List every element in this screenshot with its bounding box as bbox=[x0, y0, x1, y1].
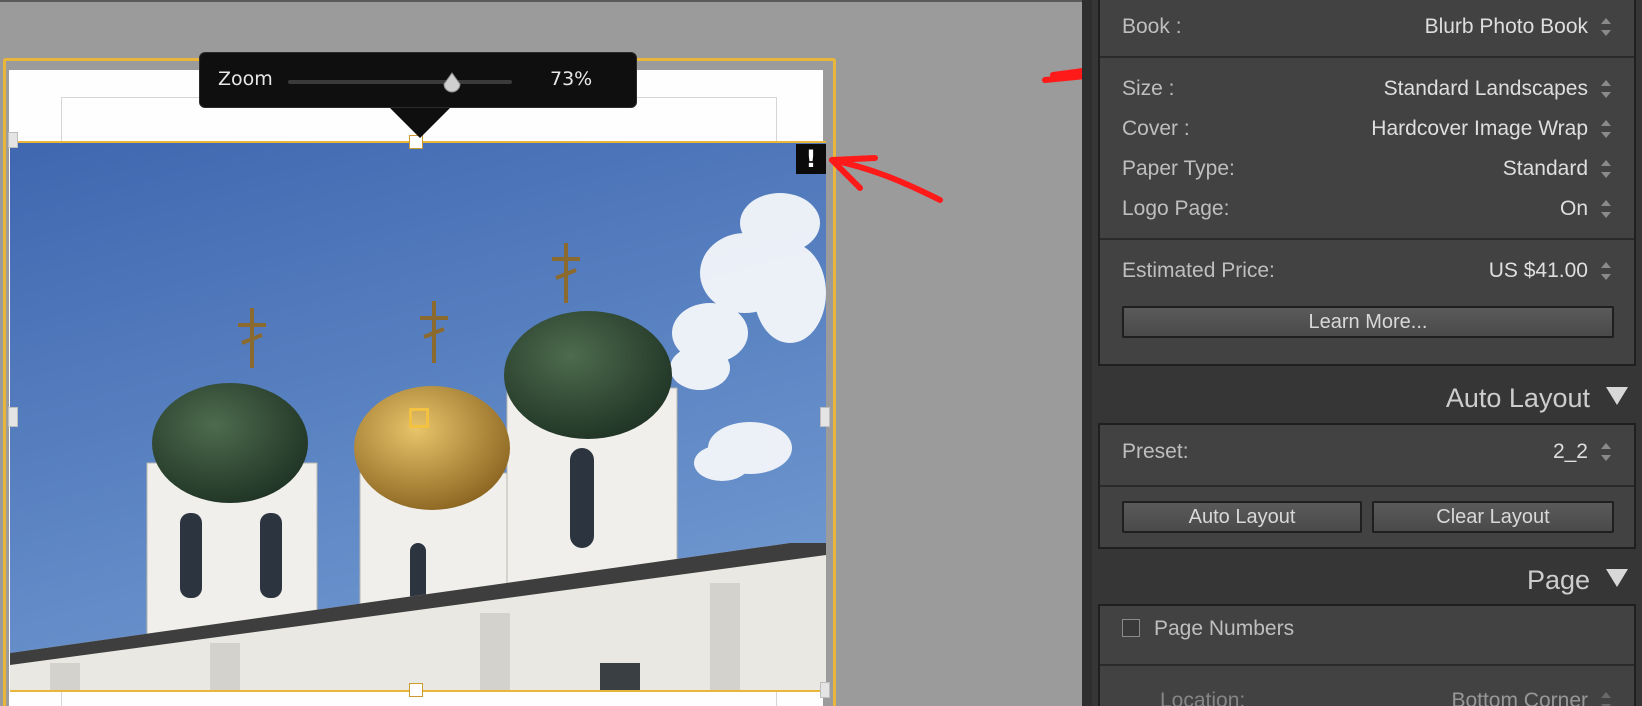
size-value[interactable]: Standard Landscapes bbox=[1384, 74, 1588, 104]
photo-resize-handle-bottom-right[interactable] bbox=[820, 682, 830, 698]
collapse-triangle-icon[interactable] bbox=[1606, 569, 1628, 587]
estimated-price-label: Estimated Price: bbox=[1122, 259, 1275, 282]
learn-more-button[interactable]: Learn More... bbox=[1122, 306, 1614, 338]
logo-page-stepper-icon[interactable] bbox=[1600, 200, 1612, 218]
cover-stepper-icon[interactable] bbox=[1600, 120, 1612, 138]
divider bbox=[1100, 485, 1634, 487]
zoom-popover: Zoom 73% bbox=[199, 52, 637, 138]
preset-label: Preset: bbox=[1122, 440, 1189, 463]
photo-pan-handle[interactable] bbox=[409, 408, 429, 428]
page-section: Page Numbers Location: Bottom Corner bbox=[1098, 604, 1636, 706]
divider bbox=[1100, 56, 1634, 58]
zoom-slider-track[interactable] bbox=[288, 80, 512, 84]
book-stepper-icon[interactable] bbox=[1600, 18, 1612, 36]
auto-layout-section: Preset: 2_2 Auto Layout Clear Layout bbox=[1098, 423, 1636, 549]
auto-layout-button[interactable]: Auto Layout bbox=[1122, 501, 1362, 533]
divider bbox=[1100, 238, 1634, 240]
right-panel: Book : Blurb Photo Book Size : Standard … bbox=[1092, 0, 1642, 706]
cover-row[interactable]: Cover : Hardcover Image Wrap bbox=[1122, 114, 1612, 144]
photo-resize-handle-left[interactable] bbox=[8, 407, 18, 427]
popover-pointer bbox=[390, 108, 450, 138]
location-label: Location: bbox=[1160, 689, 1246, 706]
preset-row[interactable]: Preset: 2_2 bbox=[1122, 437, 1612, 467]
size-row[interactable]: Size : Standard Landscapes bbox=[1122, 74, 1612, 104]
estimated-price-row[interactable]: Estimated Price: US $41.00 bbox=[1122, 256, 1612, 286]
book-canvas: ! Zoom 73% bbox=[0, 0, 1082, 706]
divider bbox=[1100, 664, 1634, 666]
cover-label: Cover : bbox=[1122, 117, 1190, 140]
page-header[interactable]: Page bbox=[1527, 560, 1628, 600]
page-numbers-label: Page Numbers bbox=[1154, 617, 1295, 640]
page-numbers-row[interactable]: Page Numbers bbox=[1154, 614, 1612, 644]
logo-page-row[interactable]: Logo Page: On bbox=[1122, 194, 1612, 224]
size-stepper-icon[interactable] bbox=[1600, 80, 1612, 98]
location-row[interactable]: Location: Bottom Corner bbox=[1160, 686, 1612, 706]
location-stepper-icon[interactable] bbox=[1600, 692, 1612, 706]
clear-layout-button[interactable]: Clear Layout bbox=[1372, 501, 1614, 533]
book-row[interactable]: Book : Blurb Photo Book bbox=[1122, 12, 1612, 42]
photo-resize-handle-bottom[interactable] bbox=[409, 683, 423, 697]
photo-resize-handle-right[interactable] bbox=[820, 407, 830, 427]
paper-type-label: Paper Type: bbox=[1122, 157, 1235, 180]
auto-layout-header[interactable]: Auto Layout bbox=[1446, 378, 1628, 418]
auto-layout-title: Auto Layout bbox=[1445, 383, 1590, 413]
low-resolution-warning-icon[interactable]: ! bbox=[796, 144, 826, 174]
page-numbers-checkbox[interactable] bbox=[1122, 619, 1140, 637]
book-settings-section: Book : Blurb Photo Book Size : Standard … bbox=[1098, 0, 1636, 366]
book-label: Book : bbox=[1122, 15, 1182, 38]
page-title: Page bbox=[1526, 565, 1590, 595]
zoom-slider-thumb[interactable] bbox=[441, 72, 463, 94]
estimated-price-value: US $41.00 bbox=[1488, 259, 1588, 282]
paper-type-row[interactable]: Paper Type: Standard bbox=[1122, 154, 1612, 184]
preset-stepper-icon[interactable] bbox=[1600, 443, 1612, 461]
paper-type-value[interactable]: Standard bbox=[1503, 154, 1588, 184]
location-value[interactable]: Bottom Corner bbox=[1451, 686, 1588, 706]
photo-resize-handle-top-left[interactable] bbox=[8, 132, 18, 148]
preset-value[interactable]: 2_2 bbox=[1553, 437, 1588, 467]
book-value[interactable]: Blurb Photo Book bbox=[1425, 12, 1588, 42]
panel-divider[interactable] bbox=[1082, 0, 1092, 706]
size-label: Size : bbox=[1122, 77, 1175, 100]
logo-page-label: Logo Page: bbox=[1122, 197, 1230, 220]
zoom-label: Zoom bbox=[218, 68, 273, 90]
zoom-value: 73% bbox=[550, 68, 593, 90]
paper-type-stepper-icon[interactable] bbox=[1600, 160, 1612, 178]
estimated-price-stepper-icon[interactable] bbox=[1600, 262, 1612, 280]
cover-value[interactable]: Hardcover Image Wrap bbox=[1371, 114, 1588, 144]
logo-page-value[interactable]: On bbox=[1560, 194, 1588, 224]
collapse-triangle-icon[interactable] bbox=[1606, 387, 1628, 405]
